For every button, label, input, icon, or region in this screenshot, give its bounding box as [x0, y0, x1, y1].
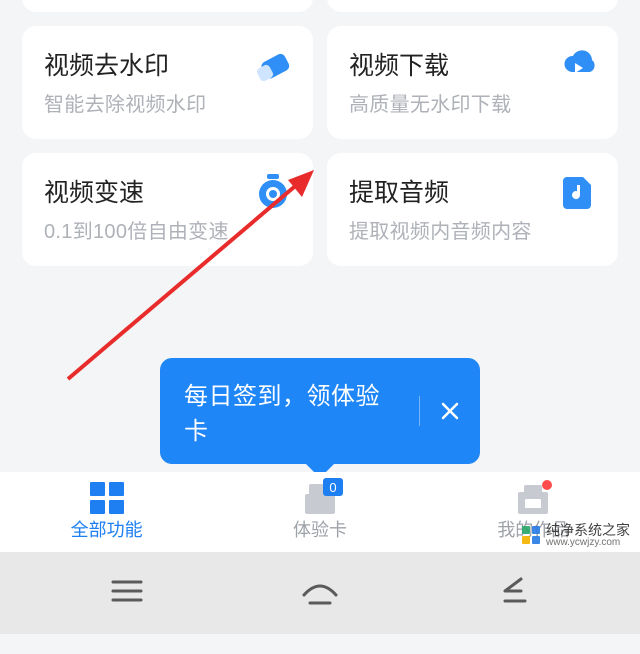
feature-row: 视频变速 0.1到100倍自由变速 提取音频 提取视频内音频内容 [22, 153, 618, 266]
tooltip-close-button[interactable] [438, 399, 462, 423]
grid-icon [90, 482, 124, 514]
system-recents-button[interactable] [105, 573, 149, 609]
experience-card-badge: 0 [323, 478, 343, 496]
close-icon [440, 401, 460, 421]
tooltip-text: 每日签到，领体验卡 [184, 376, 401, 446]
feature-row: 视频去水印 智能去除视频水印 视频下载 高质量无水印下载 [22, 26, 618, 139]
back-arrow-icon [491, 573, 535, 609]
tab-label: 体验卡 [293, 516, 347, 542]
feature-card-video-speed[interactable]: 视频变速 0.1到100倍自由变速 [22, 153, 313, 266]
stopwatch-icon [253, 171, 293, 211]
home-outline-icon [298, 573, 342, 609]
tooltip-divider [419, 396, 420, 426]
feature-card-video-download[interactable]: 视频下载 高质量无水印下载 [327, 26, 618, 139]
feature-subtitle: 提取视频内音频内容 [349, 215, 596, 244]
feature-card-remove-watermark[interactable]: 视频去水印 智能去除视频水印 [22, 26, 313, 139]
feature-card-extract-audio[interactable]: 提取音频 提取视频内音频内容 [327, 153, 618, 266]
inbox-icon [516, 482, 550, 514]
eraser-icon [253, 44, 293, 84]
feature-subtitle: 高质量无水印下载 [349, 88, 596, 117]
daily-signin-tooltip: 每日签到，领体验卡 [160, 358, 480, 464]
wallet-icon: 0 [303, 482, 337, 514]
tab-all-features[interactable]: 全部功能 [0, 472, 213, 552]
feature-subtitle: 智能去除视频水印 [44, 88, 291, 117]
system-home-button[interactable] [298, 573, 342, 609]
tab-experience-card[interactable]: 0 体验卡 [213, 472, 426, 552]
system-nav-bar [0, 552, 640, 634]
audio-file-icon [558, 171, 598, 211]
feature-subtitle: 0.1到100倍自由变速 [44, 215, 291, 244]
watermark: 纯净系统之家 www.ycwjzy.com [522, 523, 630, 548]
watermark-logo-icon [522, 526, 540, 544]
hamburger-icon [105, 573, 149, 609]
watermark-url: www.ycwjzy.com [546, 538, 630, 549]
system-back-button[interactable] [491, 573, 535, 609]
features-grid: 视频去水印 智能去除视频水印 视频下载 高质量无水印下载 视频变速 [0, 26, 640, 266]
partial-cards-row [0, 0, 640, 12]
watermark-title: 纯净系统之家 [546, 523, 630, 538]
cloud-download-icon [558, 44, 598, 84]
tab-label: 全部功能 [71, 516, 143, 542]
notification-dot [542, 480, 552, 490]
partial-card[interactable] [327, 0, 618, 12]
partial-card[interactable] [22, 0, 313, 12]
